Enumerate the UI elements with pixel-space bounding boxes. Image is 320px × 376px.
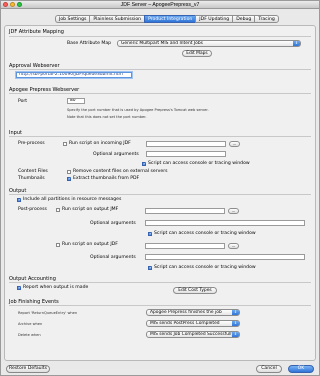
browse-jmf-script-button[interactable]: ...	[228, 208, 239, 214]
restore-defaults-button[interactable]: Restore Defaults	[6, 365, 50, 373]
approval-url-field[interactable]: http://sbi-portal-2:10090/JDF/queueSubmi…	[16, 72, 132, 78]
cancel-button[interactable]: Cancel	[256, 365, 282, 373]
report-output-label: Report when output is made	[23, 285, 89, 290]
run-script-jdf-checkbox[interactable]	[56, 243, 60, 247]
jmf-optional-args-label: Optional arguments	[90, 221, 136, 226]
base-attribute-map-value: Generic Multipart MIS and Intent Jobs	[121, 41, 203, 46]
run-script-jdf-label: Run script on output JDF	[62, 242, 118, 247]
preprocess-optional-args-label: Optional arguments	[93, 152, 139, 157]
divider	[9, 305, 311, 306]
tab-bar: Job Settings Plainless Submission Produc…	[55, 15, 279, 23]
divider	[9, 69, 311, 70]
preprocess-console-label: Script can access console or tracing win…	[148, 161, 250, 166]
port-field[interactable]: 80	[67, 98, 85, 104]
jmf-optional-args-field[interactable]	[145, 220, 305, 226]
content-files-label: Content Files	[18, 169, 48, 174]
base-attribute-map-label: Base Attribute Map	[67, 41, 112, 46]
base-attribute-map-select[interactable]: Generic Multipart MIS and Intent Jobs ⇕	[117, 40, 301, 47]
divider	[9, 136, 311, 137]
tab-product-integration[interactable]: Product Integration	[144, 15, 196, 23]
window-title: JDF Server – ApogeePrepress_v7	[120, 2, 200, 8]
delete-when-value: MIS sends Job Completed Successfully	[150, 332, 235, 337]
port-label: Port	[18, 99, 28, 104]
extract-thumbnails-checkbox[interactable]	[67, 176, 71, 181]
ok-button[interactable]: OK	[288, 365, 314, 373]
jdf-optional-args-field[interactable]	[145, 254, 305, 260]
divider	[9, 36, 311, 37]
thumbnails-label: Thumbnails	[18, 176, 45, 181]
attribute-mapping-title: JDF Attribute Mapping	[9, 29, 64, 35]
archive-when-select[interactable]: MIS sends PostPress Completed ⇕	[146, 320, 240, 327]
report-return-label: Report 'ReturnQueueEntry' when	[18, 311, 78, 315]
archive-when-label: Archive when	[18, 322, 43, 326]
remove-content-files-label: Remove content files on external servers	[73, 169, 168, 174]
jmf-script-field[interactable]	[145, 208, 225, 214]
divider	[9, 194, 311, 195]
edit-cost-types-button[interactable]: Edit Cost Types	[173, 287, 217, 294]
postprocess-label: Post-process	[18, 207, 47, 212]
delete-when-select[interactable]: MIS sends Job Completed Successfully ⇕	[146, 331, 240, 338]
jdf-script-field[interactable]	[145, 243, 225, 249]
run-script-incoming-label: Run script on incoming JDF	[69, 141, 131, 146]
run-script-incoming-checkbox[interactable]	[63, 142, 67, 146]
chevron-updown-icon: ⇕	[232, 321, 239, 326]
delete-when-label: Delete when	[18, 333, 41, 337]
preprocess-script-field[interactable]	[146, 141, 226, 147]
title-bar: JDF Server – ApogeePrepress_v7	[1, 1, 319, 9]
tab-jdf-updating[interactable]: JDF Updating	[195, 15, 233, 23]
edit-maps-button[interactable]: Edit Maps	[182, 50, 212, 57]
preprocess-label: Pre-process	[18, 141, 45, 146]
include-partitions-checkbox[interactable]	[17, 197, 21, 202]
port-note-text: Note that this does not set the port num…	[67, 115, 147, 119]
preprocess-optional-args-field[interactable]	[146, 151, 226, 157]
report-output-checkbox[interactable]	[17, 285, 21, 290]
tab-job-settings[interactable]: Job Settings	[55, 15, 90, 23]
browse-preprocess-button[interactable]: ...	[229, 141, 240, 147]
remove-content-files-checkbox[interactable]	[67, 170, 71, 174]
divider	[9, 282, 311, 283]
chevron-updown-icon: ⇕	[232, 310, 239, 315]
chevron-updown-icon: ⇕	[293, 41, 300, 46]
tab-tracing[interactable]: Tracing	[254, 15, 279, 23]
browse-jdf-script-button[interactable]: ...	[228, 243, 239, 249]
jdf-console-label: Script can access console or tracing win…	[154, 265, 256, 270]
tab-debug[interactable]: Debug	[232, 15, 255, 23]
jdf-console-checkbox[interactable]	[148, 265, 152, 270]
preprocess-console-checkbox[interactable]	[142, 161, 146, 166]
report-return-value: Apogee Prepress finishes the job	[150, 310, 222, 315]
settings-panel: JDF Attribute Mapping Base Attribute Map…	[4, 25, 316, 361]
jdf-optional-args-label: Optional arguments	[90, 255, 136, 260]
include-partitions-label: Include all partitions in resource messa…	[23, 197, 122, 202]
main-window: JDF Server – ApogeePrepress_v7 Job Setti…	[0, 0, 320, 376]
tab-plainless-submission[interactable]: Plainless Submission	[89, 15, 145, 23]
extract-thumbnails-label: Extract thumbnails from PDF	[73, 176, 140, 181]
port-help-text: Specify the port number that is used by …	[67, 108, 209, 112]
chevron-updown-icon: ⇕	[232, 332, 239, 337]
jmf-console-checkbox[interactable]	[148, 231, 152, 236]
jmf-console-label: Script can access console or tracing win…	[154, 231, 256, 236]
archive-when-value: MIS sends PostPress Completed	[150, 321, 220, 326]
run-script-jmf-label: Run script on output JMF	[62, 207, 119, 212]
run-script-jmf-checkbox[interactable]	[56, 208, 60, 212]
report-return-select[interactable]: Apogee Prepress finishes the job ⇕	[146, 309, 240, 316]
divider	[9, 93, 311, 94]
